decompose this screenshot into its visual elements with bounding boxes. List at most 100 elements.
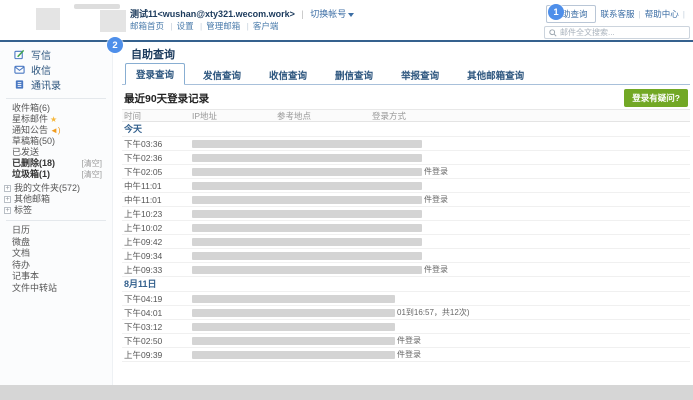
sidebar-app-transfer[interactable]: 文件中转站 — [0, 283, 112, 295]
sidebar-compose-label: 写信 — [31, 47, 51, 62]
todo-label: 待办 — [12, 260, 30, 270]
redacted-bar — [192, 323, 395, 331]
table-row: 中午11:01 件登录 — [122, 193, 690, 207]
sidebar-group-tags[interactable]: +标签 — [0, 205, 112, 216]
sidebar-item-inbox[interactable]: 收件箱(6) — [0, 103, 112, 114]
tab-delete-query[interactable]: 删信查询 — [325, 65, 383, 85]
calendar-label: 日历 — [12, 225, 30, 235]
group-header-aug11: 8月11日 — [122, 277, 690, 292]
login-time: 下午03:36 — [122, 138, 192, 150]
login-method-note: 件登录 — [424, 166, 448, 177]
table-row: 下午02:05 件登录 — [122, 165, 690, 179]
tab-report-query[interactable]: 举报查询 — [391, 65, 449, 85]
table-row: 下午03:36 — [122, 137, 690, 151]
sidebar-item-notices[interactable]: 通知公告◄) — [0, 125, 112, 136]
clear-deleted-link[interactable]: [清空] — [82, 158, 102, 169]
col-method: 登录方式 — [372, 110, 690, 122]
redacted-bar — [192, 196, 422, 204]
mail-search-box[interactable] — [544, 26, 690, 39]
redacted-bar — [192, 309, 395, 317]
switch-account-link[interactable]: 切换帐号 — [310, 9, 346, 19]
expand-icon[interactable]: + — [4, 196, 11, 203]
sidebar-item-spam[interactable]: 垃圾箱(1)[清空] — [0, 169, 112, 180]
address-book-icon — [14, 79, 26, 90]
nav-mail-home[interactable]: 邮箱首页 — [130, 21, 164, 31]
tags-label: 标签 — [14, 205, 32, 215]
inbox-label: 收件箱(6) — [12, 103, 50, 113]
table-header: 时间 IP地址 参考地点 登录方式 — [122, 109, 690, 122]
sidebar-item-drafts[interactable]: 草稿箱(50) — [0, 136, 112, 147]
table-row: 上午09:39件登录 — [122, 348, 690, 362]
compose-icon — [14, 49, 26, 60]
other-mailboxes-label: 其他邮箱 — [14, 194, 50, 204]
nav-settings[interactable]: 设置 — [166, 21, 193, 31]
contact-support-link[interactable]: 联系客服 — [601, 8, 635, 20]
tab-login-query[interactable]: 登录查询 — [125, 63, 185, 85]
sidebar-item-sent[interactable]: 已发送 — [0, 147, 112, 158]
app-window: 测试11<wushan@xty321.wecom.work> | 切换帐号 邮箱… — [0, 0, 693, 385]
login-method-note: 01到16:57，共12次) — [397, 307, 469, 318]
query-tabbar: 登录查询 发信查询 收信查询 删信查询 举报查询 其他邮箱查询 — [122, 65, 690, 85]
sidebar-item-deleted[interactable]: 已删除(18) [清空] — [0, 158, 112, 169]
table-row: 下午03:12 — [122, 320, 690, 334]
login-method-note: 件登录 — [397, 349, 421, 360]
search-input[interactable] — [560, 28, 685, 37]
notebook-label: 记事本 — [12, 271, 39, 281]
transfer-label: 文件中转站 — [12, 283, 57, 293]
sent-label: 已发送 — [12, 147, 39, 157]
sidebar-app-todo[interactable]: 待办 — [0, 260, 112, 272]
sidebar-app-drive[interactable]: 微盘 — [0, 237, 112, 249]
expand-icon[interactable]: + — [4, 207, 11, 214]
sidebar-group-other-mailboxes[interactable]: +其他邮箱 — [0, 194, 112, 205]
login-time: 上午09:33 — [122, 264, 192, 276]
deleted-label: 已删除(18) — [12, 158, 55, 168]
sidebar-compose[interactable]: 写信 — [14, 47, 112, 62]
sidebar-app-calendar[interactable]: 日历 — [0, 225, 112, 237]
group-header-today: 今天 — [122, 122, 690, 137]
sidebar-app-notebook[interactable]: 记事本 — [0, 271, 112, 283]
clear-spam-link[interactable]: [清空] — [82, 169, 102, 180]
expand-icon[interactable]: + — [4, 185, 11, 192]
login-time: 上午09:34 — [122, 250, 192, 262]
top-nav-links: 邮箱首页 设置 管理邮箱 客户端 — [130, 20, 278, 32]
drive-label: 微盘 — [12, 237, 30, 247]
login-method-note: 件登录 — [424, 194, 448, 205]
separator: | — [301, 9, 303, 19]
mail-sidebar: 写信 收信 通讯录 收件箱(6) 星标邮件★ 通知公告◄) — [0, 42, 113, 385]
nav-client[interactable]: 客户端 — [243, 21, 279, 31]
login-time: 下午02:36 — [122, 152, 192, 164]
tab-receive-query[interactable]: 收信查询 — [259, 65, 317, 85]
section-title: 最近90天登录记录 — [124, 91, 209, 106]
sidebar-group-my-folders[interactable]: +我的文件夹(572) — [0, 183, 112, 194]
help-center-link[interactable]: 帮助中心 — [635, 8, 679, 20]
table-row: 下午02:50件登录 — [122, 334, 690, 348]
annotation-step-2: 2 — [107, 37, 123, 53]
table-row: 上午09:34 — [122, 249, 690, 263]
separator: | — [683, 9, 685, 19]
redacted-bar — [192, 168, 422, 176]
login-help-button[interactable]: 登录有疑问? — [624, 89, 688, 107]
nav-admin-mailbox[interactable]: 管理邮箱 — [196, 21, 240, 31]
sidebar-app-docs[interactable]: 文档 — [0, 248, 112, 260]
logo-placeholder — [36, 8, 60, 30]
sidebar-contacts[interactable]: 通讯录 — [14, 77, 112, 92]
login-time: 中午11:01 — [122, 194, 192, 206]
starred-label: 星标邮件 — [12, 114, 48, 124]
sidebar-receive[interactable]: 收信 — [14, 62, 112, 77]
login-time: 中午11:01 — [122, 180, 192, 192]
login-time: 下午04:19 — [122, 293, 192, 305]
table-row: 下午04:19 — [122, 292, 690, 306]
table-row: 上午09:42 — [122, 235, 690, 249]
tab-other-mailbox-query[interactable]: 其他邮箱查询 — [457, 65, 534, 85]
redacted-bar — [192, 210, 422, 218]
tab-send-query[interactable]: 发信查询 — [193, 65, 251, 85]
sidebar-contacts-label: 通讯录 — [31, 77, 61, 92]
section-header: 最近90天登录记录 登录有疑问? — [122, 85, 690, 109]
table-row: 上午10:02 — [122, 221, 690, 235]
table-row: 上午09:33件登录 — [122, 263, 690, 277]
login-time: 下午02:05 — [122, 166, 192, 178]
logo-text-placeholder — [74, 4, 120, 9]
redacted-bar — [192, 351, 395, 359]
sidebar-item-starred[interactable]: 星标邮件★ — [0, 114, 112, 125]
table-row: 下午04:0101到16:57，共12次) — [122, 306, 690, 320]
